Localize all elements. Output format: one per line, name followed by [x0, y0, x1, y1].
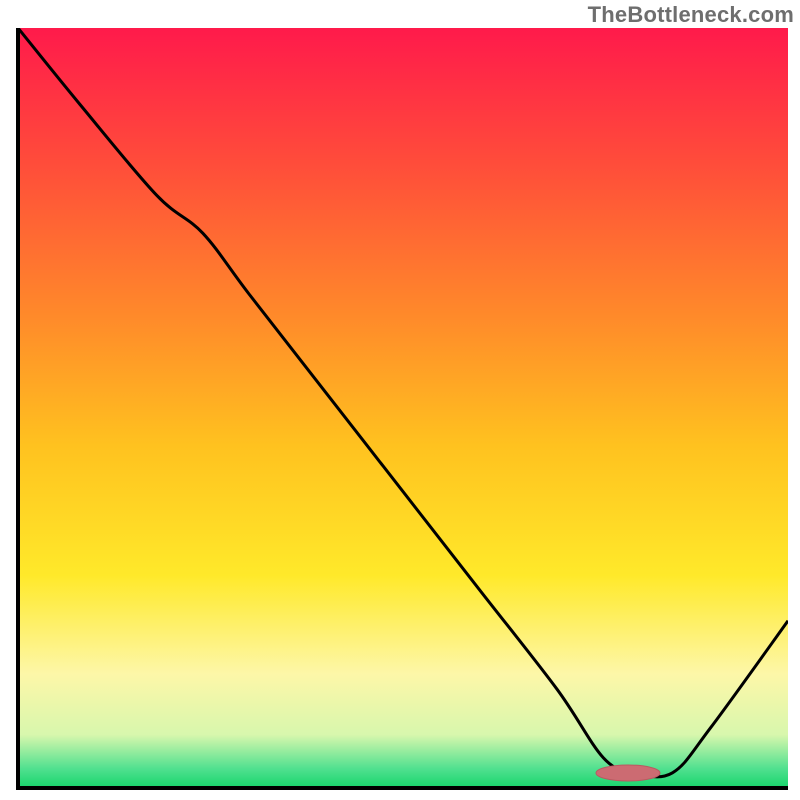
chart-container: TheBottleneck.com	[0, 0, 800, 800]
min-marker	[596, 765, 660, 781]
chart-svg	[0, 0, 800, 800]
plot-background	[18, 28, 788, 788]
watermark-text: TheBottleneck.com	[588, 2, 794, 28]
